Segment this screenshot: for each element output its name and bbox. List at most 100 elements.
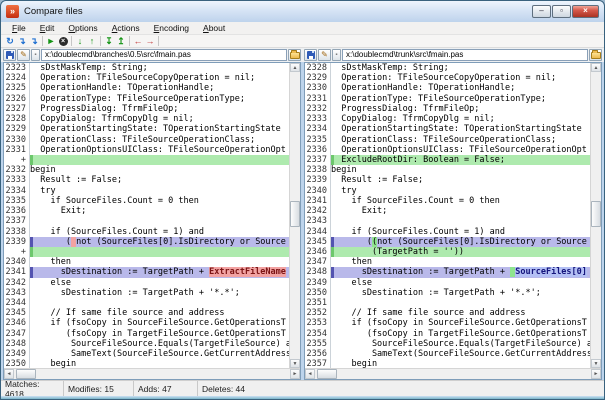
left-vscroll-thumb[interactable]	[290, 201, 300, 227]
code-line[interactable]: 2344	[4, 298, 289, 308]
code-line[interactable]: 2339 Result := False;	[305, 175, 590, 185]
left-hscroll-thumb[interactable]	[16, 369, 36, 379]
left-horizontal-scrollbar[interactable]: ◄ ►	[4, 368, 300, 379]
code-line[interactable]: 2353 if (fsoCopy in SourceFileSource.Get…	[305, 318, 590, 328]
code-line[interactable]: 2348 SourceFileSource.Equals(TargetFileS…	[4, 339, 289, 349]
scroll-left-icon[interactable]: ◄	[4, 369, 14, 379]
code-line[interactable]: 2336 Exit;	[4, 206, 289, 216]
code-line[interactable]: 2344 if (SourceFiles.Count = 1) and	[305, 227, 590, 237]
right-horizontal-scrollbar[interactable]: ◄ ►	[305, 368, 601, 379]
code-line[interactable]: 2349 SameText(SourceFileSource.GetCurren…	[4, 349, 289, 359]
code-line[interactable]: 2346 if (fsoCopy in SourceFileSource.Get…	[4, 318, 289, 328]
minimize-button[interactable]: –	[532, 5, 551, 18]
right-file-path[interactable]: x:\doublecmd\trunk\src\fmain.pas	[342, 49, 588, 61]
save-left-button[interactable]	[3, 49, 16, 61]
titlebar[interactable]: » Compare files – ▫ ×	[1, 1, 604, 22]
code-line[interactable]: 2331 OperationType: TFileSourceOperation…	[305, 94, 590, 104]
code-line[interactable]: 2341 sDestination := TargetPath + Extrac…	[4, 267, 289, 277]
edit-right-button[interactable]: ✎	[318, 49, 331, 61]
code-line[interactable]: 2343 sDestination := TargetPath + '*.*';	[4, 288, 289, 298]
code-line[interactable]: 2323 sDstMaskTemp: String;	[4, 63, 289, 73]
start-compare-icon[interactable]: ►	[45, 35, 57, 47]
first-difference-icon[interactable]: ↥	[115, 35, 127, 47]
code-line[interactable]: 2352 // If same file source and address	[305, 308, 590, 318]
code-line[interactable]: 2330 OperationClass: TFileSourceOperatio…	[4, 135, 289, 145]
menu-item-options[interactable]: Options	[61, 22, 104, 34]
code-line[interactable]: 2332begin	[4, 165, 289, 175]
code-line[interactable]: 2357 begin	[305, 359, 590, 368]
menu-item-file[interactable]: File	[5, 22, 33, 34]
code-line[interactable]: +	[4, 247, 289, 257]
code-line[interactable]: 2348 sDestination := TargetPath + Source…	[305, 267, 590, 277]
code-line[interactable]: 2347 then	[305, 257, 590, 267]
code-line[interactable]: 2340 then	[4, 257, 289, 267]
code-line[interactable]: 2345 ((not (SourceFiles[0].IsDirectory o…	[305, 237, 590, 247]
left-vertical-scrollbar[interactable]: ▲ ▼	[289, 63, 300, 368]
code-line[interactable]: 2335 OperationClass: TFileSourceOperatio…	[305, 135, 590, 145]
code-line[interactable]: 2334 try	[4, 186, 289, 196]
code-line[interactable]: 2333 CopyDialog: TfrmCopyDlg = nil;	[305, 114, 590, 124]
code-line[interactable]: 2355 SourceFileSource.Equals(TargetFileS…	[305, 339, 590, 349]
code-line[interactable]: 2346 (TargetPath = ''))	[305, 247, 590, 257]
code-line[interactable]: 2337 ExcludeRootDir: Boolean = False;	[305, 155, 590, 165]
right-header-grip[interactable]: ▪	[332, 49, 341, 61]
menu-item-about[interactable]: About	[196, 22, 232, 34]
next-difference-icon[interactable]: ↓	[74, 35, 86, 47]
right-hscroll-track[interactable]	[315, 369, 591, 379]
last-difference-icon[interactable]: ↧	[103, 35, 115, 47]
edit-left-button[interactable]: ✎	[17, 49, 30, 61]
code-line[interactable]: 2336 OperationOptionsUIClass: TFileSourc…	[305, 145, 590, 155]
code-line[interactable]: 2330 OperationHandle: TOperationHandle;	[305, 83, 590, 93]
save-right-button[interactable]	[304, 49, 317, 61]
previous-difference-icon[interactable]: ↑	[86, 35, 98, 47]
scroll-right-icon[interactable]: ►	[591, 369, 601, 379]
scroll-left-icon[interactable]: ◄	[305, 369, 315, 379]
code-line[interactable]: 2340 try	[305, 186, 590, 196]
code-line[interactable]: 2338begin	[305, 165, 590, 175]
menu-item-actions[interactable]: Actions	[105, 22, 147, 34]
code-line[interactable]: 2347 (fsoCopy in TargetFileSource.GetOpe…	[4, 329, 289, 339]
code-line[interactable]: 2345 // If same file source and address	[4, 308, 289, 318]
code-line[interactable]: +	[4, 155, 289, 165]
code-line[interactable]: 2350 sDestination := TargetPath + '*.*';	[305, 288, 590, 298]
left-header-grip[interactable]: ▪	[31, 49, 40, 61]
code-line[interactable]: 2334 OperationStartingState: TOperationS…	[305, 124, 590, 134]
open-left-file-icon[interactable]: ↴	[16, 35, 28, 47]
code-line[interactable]: 2324 Operation: TFileSourceCopyOperation…	[4, 73, 289, 83]
maximize-button[interactable]: ▫	[552, 5, 571, 18]
scroll-up-icon[interactable]: ▲	[591, 63, 601, 72]
code-line[interactable]: 2342 Exit;	[305, 206, 590, 216]
code-line[interactable]: 2341 if SourceFiles.Count = 0 then	[305, 196, 590, 206]
code-line[interactable]: 2337	[4, 216, 289, 226]
scroll-down-icon[interactable]: ▼	[290, 359, 300, 368]
right-vscroll-thumb[interactable]	[591, 201, 601, 227]
code-line[interactable]: 2354 (fsoCopy in TargetFileSource.GetOpe…	[305, 329, 590, 339]
code-line[interactable]: 2329 OperationStartingState: TOperationS…	[4, 124, 289, 134]
code-line[interactable]: 2351	[305, 298, 590, 308]
scroll-up-icon[interactable]: ▲	[290, 63, 300, 72]
code-line[interactable]: 2333 Result := False;	[4, 175, 289, 185]
code-line[interactable]: 2329 Operation: TFileSourceCopyOperation…	[305, 73, 590, 83]
cancel-compare-icon[interactable]: ×	[57, 35, 69, 47]
code-line[interactable]: 2335 if SourceFiles.Count = 0 then	[4, 196, 289, 206]
code-line[interactable]: 2338 if (SourceFiles.Count = 1) and	[4, 227, 289, 237]
code-line[interactable]: 2343	[305, 216, 590, 226]
scroll-down-icon[interactable]: ▼	[591, 359, 601, 368]
right-code-view[interactable]: 2328 sDstMaskTemp: String;2329 Operation…	[305, 63, 590, 368]
code-line[interactable]: 2328 CopyDialog: TfrmCopyDlg = nil;	[4, 114, 289, 124]
open-right-file-icon[interactable]: ↴	[28, 35, 40, 47]
browse-left-button[interactable]	[288, 49, 301, 61]
code-line[interactable]: 2339 ( not (SourceFiles[0].IsDirectory o…	[4, 237, 289, 247]
reload-icon[interactable]: ↻	[4, 35, 16, 47]
code-line[interactable]: 2356 SameText(SourceFileSource.GetCurren…	[305, 349, 590, 359]
left-vscroll-track[interactable]	[290, 72, 300, 359]
code-line[interactable]: 2350 begin	[4, 359, 289, 368]
code-line[interactable]: 2326 OperationType: TFileSourceOperation…	[4, 94, 289, 104]
code-line[interactable]: 2331 OperationOptionsUIClass: TFileSourc…	[4, 145, 289, 155]
right-vertical-scrollbar[interactable]: ▲ ▼	[590, 63, 601, 368]
scroll-right-icon[interactable]: ►	[290, 369, 300, 379]
code-line[interactable]: 2332 ProgressDialog: TfrmFileOp;	[305, 104, 590, 114]
menu-item-encoding[interactable]: Encoding	[147, 22, 196, 34]
menu-item-edit[interactable]: Edit	[33, 22, 62, 34]
right-hscroll-thumb[interactable]	[317, 369, 337, 379]
